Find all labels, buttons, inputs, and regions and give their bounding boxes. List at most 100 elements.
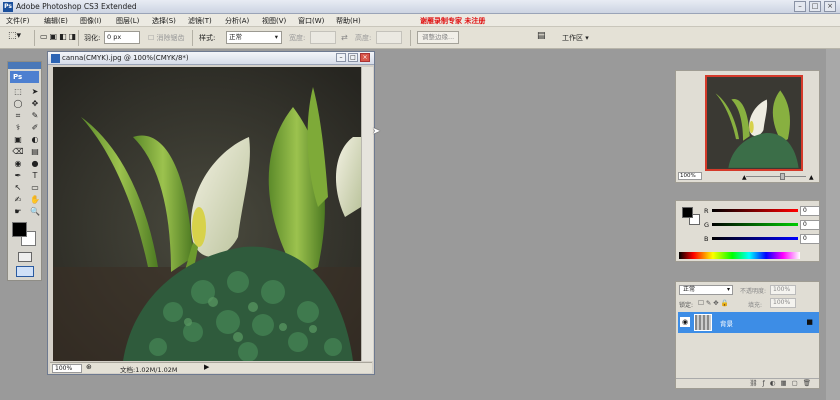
color-spectrum-bar[interactable]	[679, 252, 800, 259]
eyedropper-tool-icon[interactable]: ✋	[28, 194, 42, 205]
navigator-thumbnail[interactable]	[705, 75, 803, 171]
red-slider[interactable]	[712, 209, 798, 212]
minimize-button[interactable]: –	[794, 1, 806, 12]
red-label: R	[704, 207, 709, 215]
brush-tool-icon[interactable]: ✐	[28, 122, 42, 133]
zoom-field[interactable]: 100%	[52, 364, 82, 373]
layer-name: 背景	[720, 320, 733, 328]
menu-window[interactable]: 窗口(W)	[298, 16, 324, 26]
palette-well-icon[interactable]: ▤	[537, 31, 546, 41]
screen-mode-icon[interactable]	[16, 266, 34, 277]
divider	[192, 30, 193, 46]
menu-file[interactable]: 文件(F)	[6, 16, 30, 26]
document-window-controls: – □ ×	[336, 53, 370, 62]
quick-mask-icon[interactable]	[18, 252, 32, 262]
blue-value[interactable]: 0	[800, 234, 820, 244]
eye-icon[interactable]: ◉	[680, 317, 690, 327]
app-title: Adobe Photoshop CS3 Extended	[16, 2, 137, 11]
menu-filter[interactable]: 滤镜(T)	[188, 16, 212, 26]
red-value[interactable]: 0	[800, 206, 820, 216]
slice-tool-icon[interactable]: ✎	[28, 110, 42, 121]
move-tool-icon[interactable]: ➤	[28, 86, 42, 97]
dodge-tool-icon[interactable]: ●	[28, 158, 42, 169]
navigator-zoom-field[interactable]: 100%	[678, 172, 702, 180]
menu-edit[interactable]: 编辑(E)	[44, 16, 68, 26]
menu-help[interactable]: 帮助(H)	[336, 16, 361, 26]
width-input[interactable]	[310, 31, 336, 44]
app-icon: Ps	[3, 2, 13, 12]
feather-input[interactable]: 0 px	[104, 31, 140, 44]
toolbox-header[interactable]	[8, 62, 41, 69]
layers-panel: 正常 ▾ 不透明度: 100% 锁定: ☐✎✥🔒 填充: 100% ◉ 背景 ■ …	[675, 281, 820, 389]
refine-edge-button[interactable]: 调整边缘...	[417, 31, 460, 44]
hand-tool-icon[interactable]: ☛	[11, 206, 25, 217]
divider	[78, 30, 79, 46]
blend-mode-select[interactable]: 正常 ▾	[679, 285, 733, 295]
close-button[interactable]: ×	[824, 1, 836, 12]
fill-input[interactable]: 100%	[770, 298, 796, 308]
zoom-tool-icon[interactable]: 🔍	[28, 206, 42, 217]
height-input[interactable]	[376, 31, 402, 44]
blur-tool-icon[interactable]: ◉	[11, 158, 25, 169]
marquee-tool-icon[interactable]: ⬚	[11, 86, 25, 97]
workspace-button[interactable]: 工作区 ▾	[562, 33, 589, 43]
image-canvas[interactable]	[53, 67, 361, 361]
doc-maximize-button[interactable]: □	[348, 53, 358, 62]
swap-icon[interactable]: ⇄	[341, 33, 348, 42]
green-label: G	[704, 221, 710, 229]
vertical-scrollbar[interactable]	[361, 67, 373, 361]
shape-tool-icon[interactable]: ▭	[28, 182, 42, 193]
status-info-icon[interactable]: ⊛	[86, 363, 92, 371]
clone-stamp-tool-icon[interactable]: ▣	[11, 134, 25, 145]
gradient-tool-icon[interactable]: ▤	[28, 146, 42, 157]
eraser-tool-icon[interactable]: ⌫	[11, 146, 25, 157]
height-label: 高度:	[355, 34, 372, 42]
history-brush-tool-icon[interactable]: ◐	[28, 134, 42, 145]
antialias-checkbox[interactable]: ☐ 消除锯齿	[148, 33, 185, 43]
blue-slider[interactable]	[712, 237, 798, 240]
foreground-color-swatch[interactable]	[12, 222, 27, 237]
maximize-button[interactable]: □	[809, 1, 821, 12]
document-title-bar[interactable]: canna(CMYK).jpg @ 100%(CMYK/8*) – □ ×	[48, 52, 374, 65]
window-controls: – □ ×	[794, 1, 836, 12]
crop-tool-icon[interactable]: ⌗	[11, 110, 25, 121]
menu-select[interactable]: 选择(S)	[152, 16, 176, 26]
green-value[interactable]: 0	[800, 220, 820, 230]
lock-buttons-icon[interactable]: ☐✎✥🔒	[698, 299, 731, 307]
document-icon	[51, 54, 60, 63]
type-tool-icon[interactable]: T	[28, 170, 42, 181]
navigator-zoom-knob[interactable]	[780, 173, 785, 180]
selection-mode-icons[interactable]: ▭▣◧◨	[40, 32, 78, 41]
status-menu-arrow[interactable]: ▶	[204, 363, 209, 371]
panel-foreground-swatch[interactable]	[682, 207, 693, 218]
style-select[interactable]: 正常 ▾	[226, 31, 282, 44]
menu-analysis[interactable]: 分析(A)	[225, 16, 249, 26]
mouse-cursor-icon: ➤	[372, 126, 381, 137]
healing-brush-tool-icon[interactable]: ⚕	[11, 122, 25, 133]
ps-badge[interactable]: Ps	[10, 71, 39, 83]
navigator-preview-image	[707, 78, 801, 168]
zoom-in-icon[interactable]: ▲	[809, 174, 814, 181]
tool-grid: ⬚ ➤ ◯ ✥ ⌗ ✎ ⚕ ✐ ▣ ◐ ⌫ ▤ ◉ ● ✒ T ↖ ▭ ✍ ✋ …	[8, 86, 41, 217]
lasso-tool-icon[interactable]: ◯	[11, 98, 25, 109]
layer-row-background[interactable]: ◉ 背景 ■	[678, 312, 819, 333]
calla-lily-photo	[53, 67, 361, 361]
doc-minimize-button[interactable]: –	[336, 53, 346, 62]
marquee-preset-icon[interactable]: ⬚▾	[8, 31, 21, 41]
toolbox: Ps ⬚ ➤ ◯ ✥ ⌗ ✎ ⚕ ✐ ▣ ◐ ⌫ ▤ ◉ ● ✒ T ↖ ▭ ✍…	[7, 61, 42, 281]
antialias-label: 消除锯齿	[156, 34, 185, 42]
menu-layer[interactable]: 图层(L)	[116, 16, 139, 26]
doc-close-button[interactable]: ×	[360, 53, 370, 62]
navigator-zoom-slider[interactable]	[746, 176, 806, 177]
layers-footer-buttons[interactable]: ⛓ƒ◐▦▢🗑	[676, 378, 819, 388]
opacity-input[interactable]: 100%	[770, 285, 796, 295]
menu-image[interactable]: 图像(I)	[80, 16, 102, 26]
lock-icon: ■	[806, 318, 813, 326]
green-slider[interactable]	[712, 223, 798, 226]
pen-tool-icon[interactable]: ✒	[11, 170, 25, 181]
notes-tool-icon[interactable]: ✍	[11, 194, 25, 205]
magic-wand-tool-icon[interactable]: ✥	[28, 98, 42, 109]
layer-thumbnail	[694, 314, 712, 331]
path-selection-tool-icon[interactable]: ↖	[11, 182, 25, 193]
menu-view[interactable]: 视图(V)	[262, 16, 286, 26]
